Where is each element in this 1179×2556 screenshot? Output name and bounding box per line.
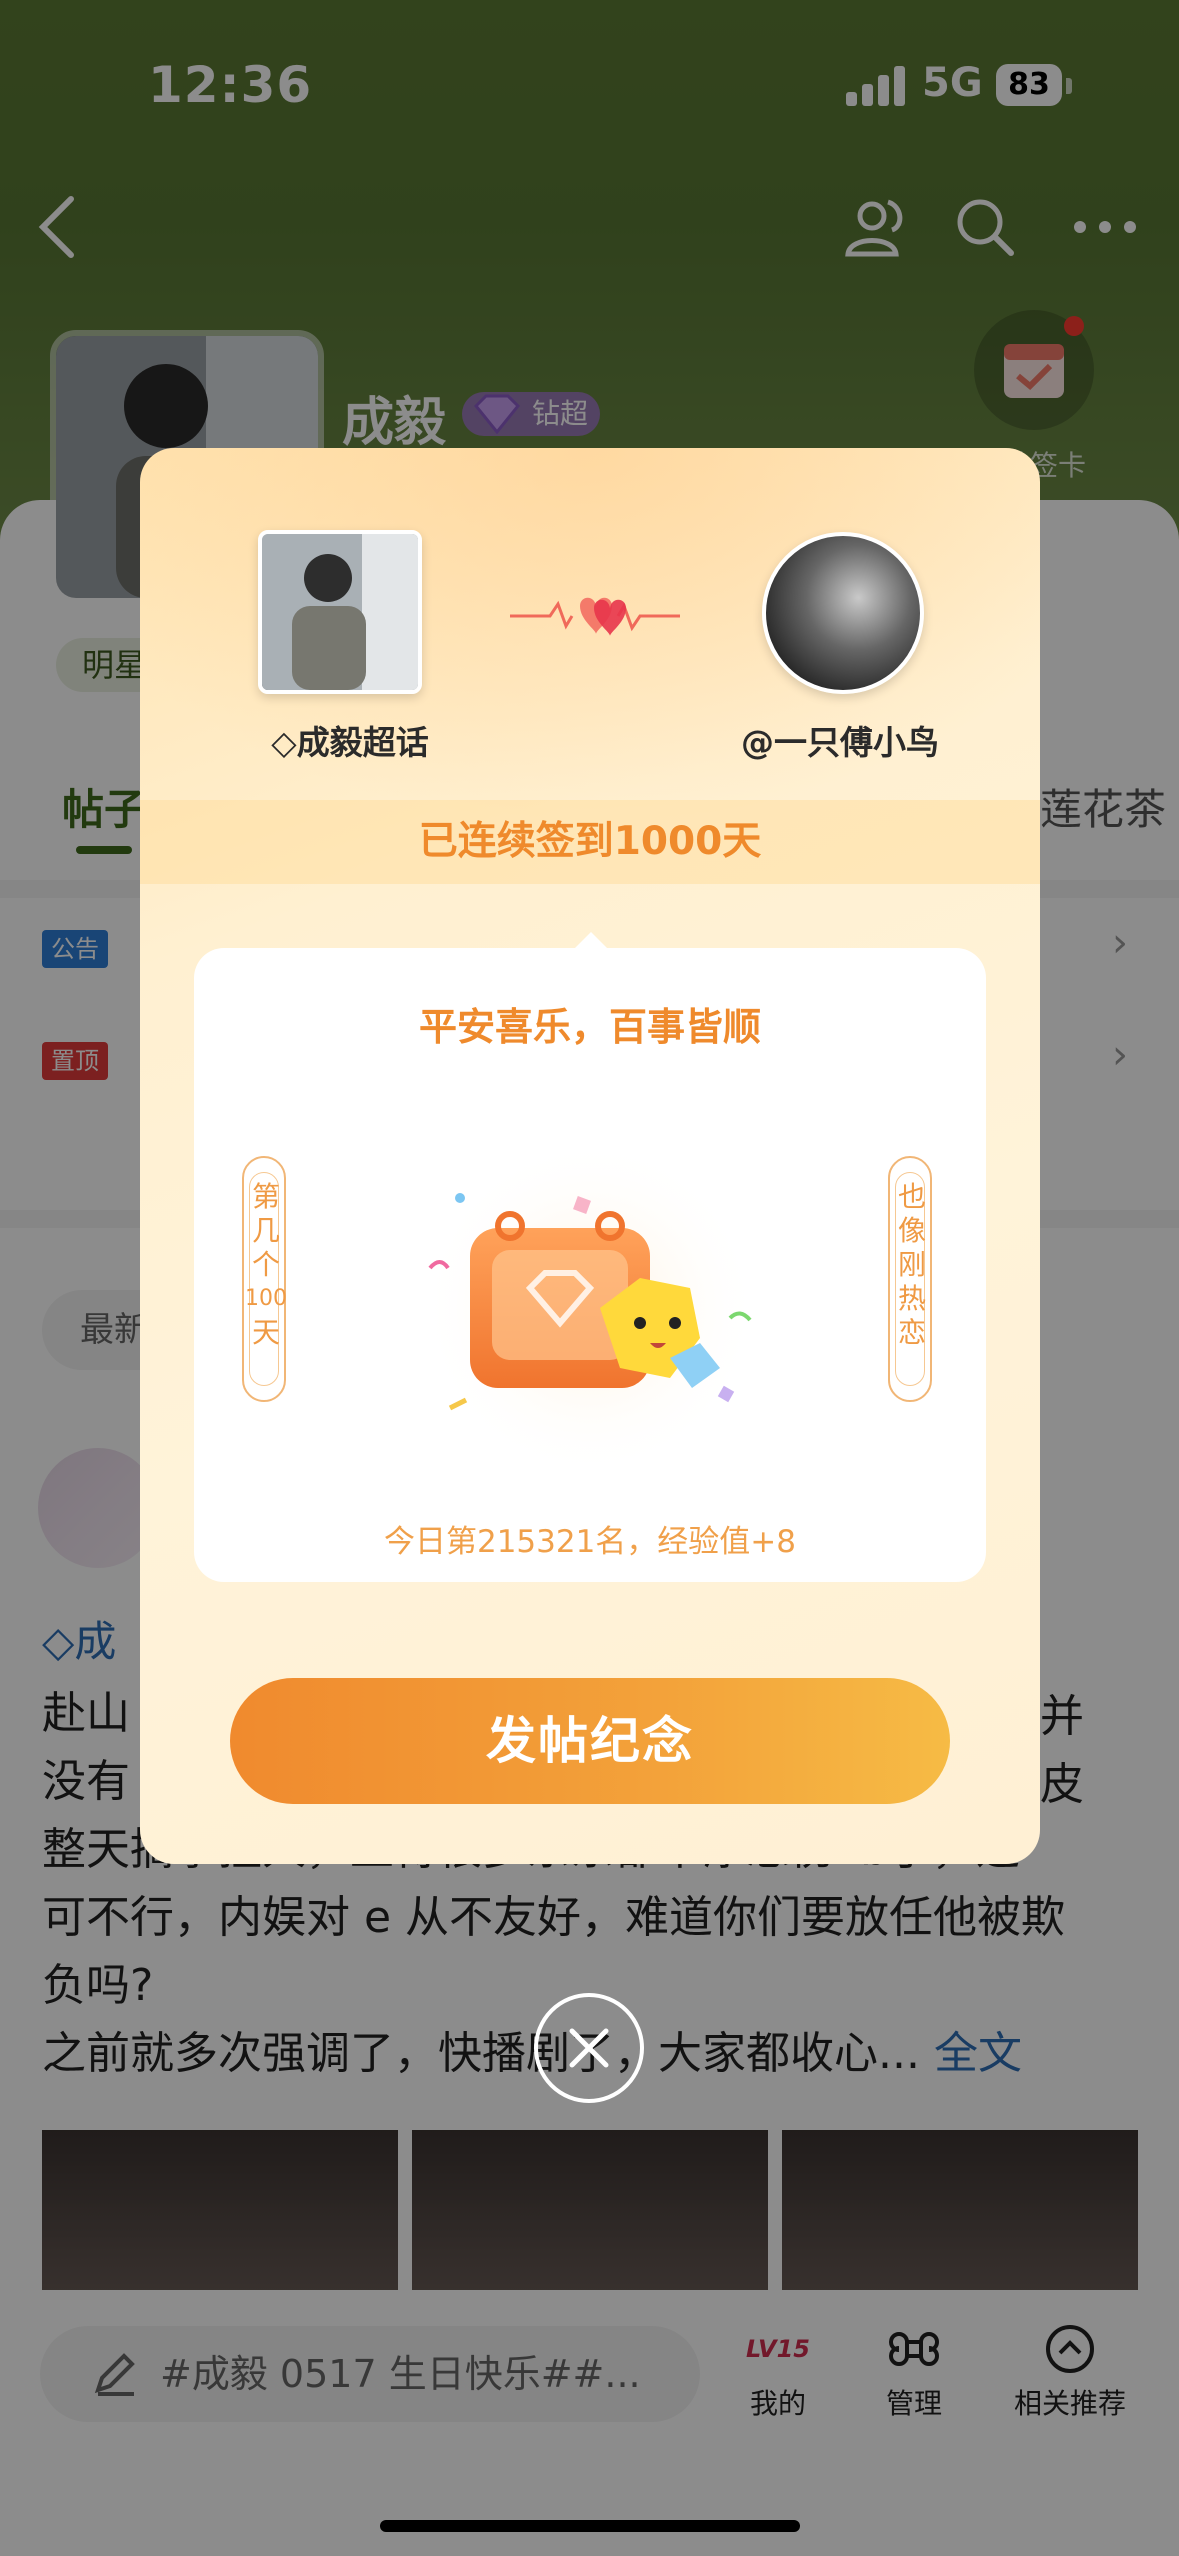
right-scroll: 也 像 刚 热 恋 — [888, 1156, 932, 1402]
blessing-title: 平安喜乐，百事皆顺 — [418, 1005, 761, 1049]
topic-name-text: 成毅超话 — [296, 723, 429, 762]
checkin-modal: ◇成毅超话 @一只傅小鸟 已连续签到1000天 平安喜乐，百事皆顺 第 几 个 … — [140, 448, 1040, 1864]
scroll-char: 第 — [251, 1180, 280, 1213]
left-scroll-text: 第 几 个 100 天 — [244, 1180, 288, 1350]
scroll-char: 恋 — [897, 1316, 926, 1349]
user-name: @一只傅小鸟 — [741, 723, 939, 762]
scroll-char: 像 — [897, 1214, 926, 1247]
scroll-char: 也 — [897, 1180, 926, 1213]
diamond-icon: ◇ — [271, 723, 297, 762]
close-button[interactable] — [534, 1993, 644, 2103]
rank-text: 今日第215321名，经验值+8 — [383, 1524, 797, 1560]
calendar-mascot-illustration — [420, 1138, 760, 1478]
close-icon — [569, 2028, 609, 2068]
topic-name: ◇成毅超话 — [250, 716, 450, 764]
post-commemorate-button[interactable]: 发帖纪念 — [230, 1678, 950, 1804]
scroll-char: 几 — [251, 1214, 280, 1247]
streak-text: 已连续签到1000天 — [418, 819, 762, 864]
scroll-char: 热 — [897, 1282, 926, 1315]
user-avatar — [762, 532, 924, 694]
right-scroll-text: 也 像 刚 热 恋 — [890, 1180, 934, 1350]
scroll-char: 天 — [251, 1316, 280, 1349]
scroll-char: 个 — [251, 1248, 280, 1281]
heart-pulse-icon — [510, 597, 680, 636]
scroll-char: 刚 — [897, 1248, 926, 1281]
left-scroll: 第 几 个 100 天 — [242, 1156, 288, 1402]
scroll-char: 100 — [245, 1286, 287, 1311]
topic-thumbnail — [258, 530, 422, 694]
topic-thumbnail-image — [262, 534, 418, 690]
